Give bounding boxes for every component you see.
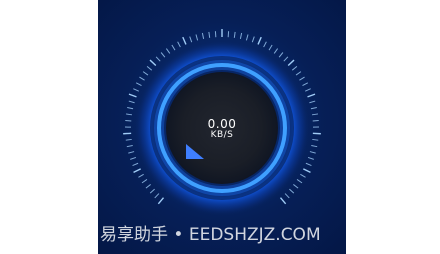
tick-mark <box>289 188 295 194</box>
speed-meter-panel: 0.00 KB/S <box>98 0 346 254</box>
tick-mark <box>157 197 165 205</box>
tick-mark <box>245 34 249 41</box>
tick-mark <box>291 65 298 71</box>
tick-mark <box>307 93 316 98</box>
tick-mark <box>128 100 135 104</box>
tick-mark <box>149 59 157 67</box>
tick-mark <box>133 168 141 174</box>
tick-mark <box>293 184 299 189</box>
tick-mark <box>149 188 155 194</box>
tick-mark <box>139 76 145 81</box>
tick-mark <box>283 56 289 62</box>
tick-mark <box>302 82 309 87</box>
tick-mark <box>284 193 290 199</box>
tick-mark <box>311 113 319 116</box>
tick-mark <box>126 145 133 148</box>
tick-mark <box>201 32 205 39</box>
tick-mark <box>154 193 160 199</box>
tick-mark <box>171 44 176 51</box>
speed-unit: KB/S <box>210 130 234 140</box>
tick-mark <box>177 41 181 48</box>
tick-mark <box>299 76 305 81</box>
tick-mark <box>132 162 139 167</box>
tick-mark <box>309 100 316 104</box>
tick-mark <box>128 93 137 98</box>
tick-mark <box>145 184 151 189</box>
tick-mark <box>130 156 137 160</box>
tick-mark <box>268 44 273 51</box>
tick-mark <box>182 36 187 45</box>
watermark-text: 易享助手 • EEDSHZJZ.COM <box>100 225 321 245</box>
tick-mark <box>125 113 133 116</box>
tick-mark <box>296 179 303 184</box>
tick-mark <box>239 32 243 39</box>
tick-mark <box>133 88 140 92</box>
tick-mark <box>295 71 302 76</box>
tick-mark <box>135 82 142 87</box>
tick-mark <box>189 36 193 43</box>
tick-mark <box>287 59 295 67</box>
tick-mark <box>195 34 199 41</box>
tick-mark <box>303 168 311 174</box>
tick-mark <box>304 88 311 92</box>
tick-mark <box>160 52 166 58</box>
tick-mark <box>165 48 171 54</box>
tick-mark <box>146 65 153 71</box>
tick-mark <box>233 31 236 38</box>
tick-mark <box>155 56 161 62</box>
tick-mark <box>127 106 134 110</box>
tick-mark <box>128 151 135 154</box>
tick-mark <box>138 173 144 178</box>
tick-mark <box>305 162 312 167</box>
tick-mark <box>278 52 284 58</box>
tick-mark <box>279 197 287 205</box>
tick-mark <box>257 36 262 45</box>
tick-mark <box>310 106 317 110</box>
tick-mark <box>311 145 318 148</box>
speed-value: 0.00 <box>207 117 237 131</box>
tick-mark <box>142 71 149 76</box>
tick-mark <box>208 31 211 38</box>
tick-mark <box>251 36 255 43</box>
tick-mark <box>309 151 316 154</box>
tick-mark <box>141 179 148 184</box>
tick-mark <box>263 41 267 48</box>
tick-mark <box>300 173 306 178</box>
tick-mark <box>307 156 314 160</box>
tick-mark <box>273 48 279 54</box>
